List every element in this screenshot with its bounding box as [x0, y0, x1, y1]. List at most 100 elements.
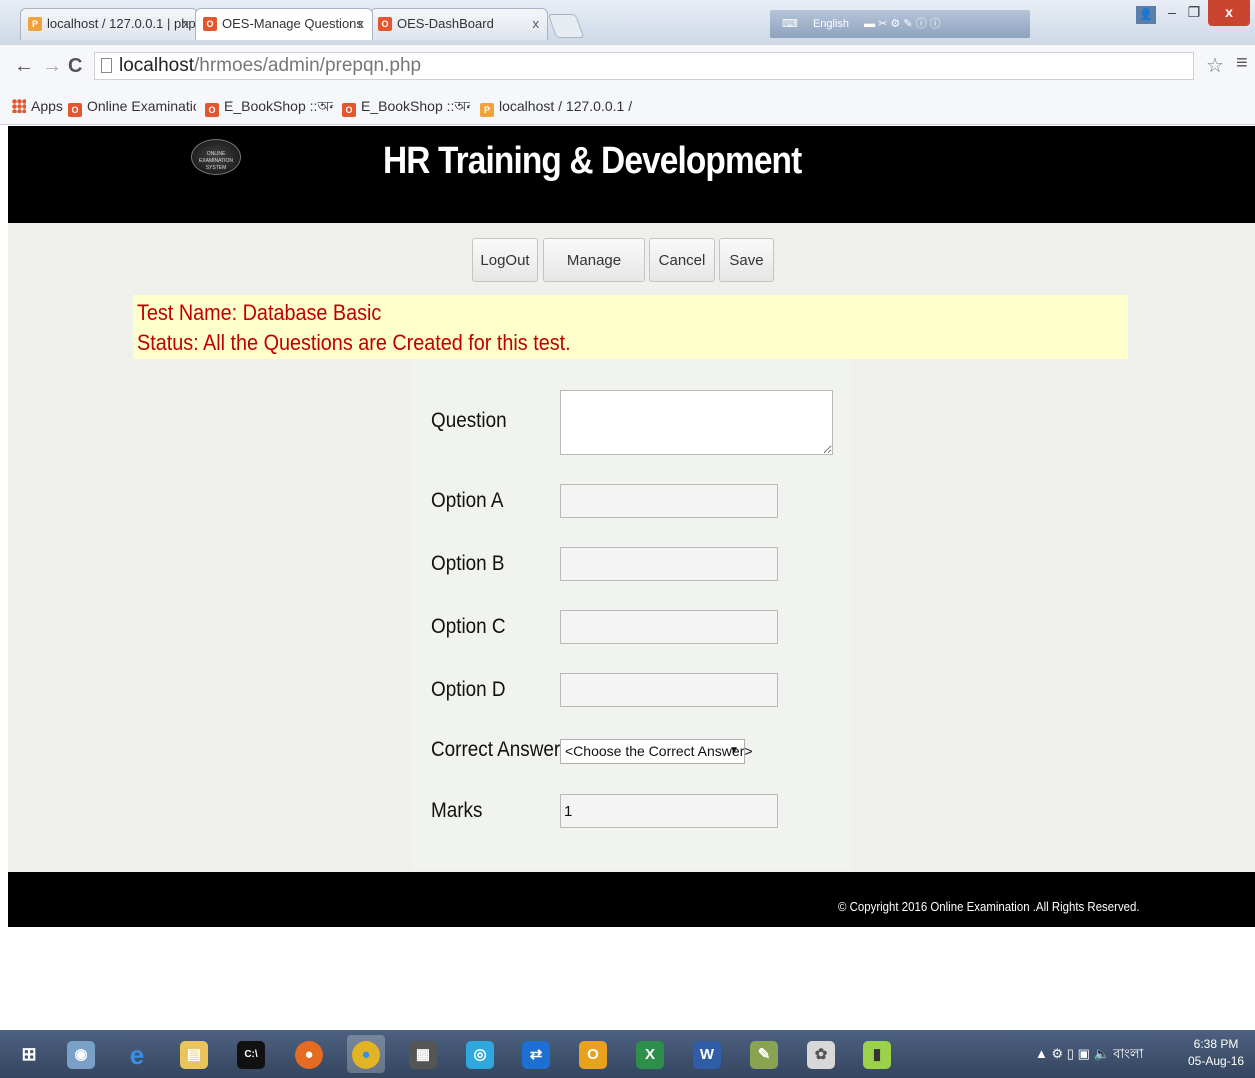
close-tab-icon[interactable]: x — [358, 9, 365, 39]
apps-grid-icon — [12, 99, 26, 113]
bookmark-label: localhost / 127.0.0.1 / — [499, 98, 633, 114]
forward-arrow-icon[interactable]: → — [42, 53, 62, 79]
page-icon — [101, 58, 112, 73]
save-button[interactable]: Save — [719, 238, 774, 282]
battery-icon[interactable]: ▯ — [1067, 1046, 1074, 1061]
paint-icon[interactable]: ✿ — [802, 1035, 840, 1073]
close-window-button[interactable]: x — [1208, 0, 1250, 26]
bookmark-label: Apps — [31, 98, 63, 114]
browser-tab-strip: P localhost / 127.0.0.1 | php x O OES-Ma… — [0, 0, 1255, 45]
copyright-text: © Copyright 2016 Online Examination .All… — [838, 899, 1140, 914]
webcam-app-icon[interactable]: ◉ — [62, 1035, 100, 1073]
question-label: Question — [431, 409, 507, 432]
command-prompt-icon[interactable]: C:\ — [232, 1035, 270, 1073]
keyboard-icon: ⌨ — [782, 18, 798, 30]
oes-icon: O — [203, 17, 217, 31]
oes-icon: O — [378, 17, 392, 31]
bookmark-label: Online Examination S — [87, 98, 196, 114]
ime-language: English — [812, 18, 850, 30]
teamviewer-icon[interactable]: ⇄ — [517, 1035, 555, 1073]
chrome-taskbar-icon[interactable]: ● — [347, 1035, 385, 1073]
bookmark-label: E_BookShop ::অনলাই — [361, 98, 470, 114]
status-message-box: Test Name: Database Basic Status: All th… — [133, 295, 1128, 359]
windows-taskbar: ⊞ ◉ e ▤ C:\ ● ● ▦ ◎ ⇄ O X W ✎ ✿ ▮ ▲ ⚙ ▯ … — [0, 1030, 1255, 1078]
bookmark-apps[interactable]: Apps — [12, 88, 63, 124]
marks-input[interactable] — [560, 794, 778, 828]
maximize-window-icon[interactable]: ❐ — [1184, 0, 1204, 26]
url-host: localhost — [119, 55, 194, 76]
wifi-icon[interactable]: ▣ — [1078, 1046, 1090, 1061]
notepad-plus-icon[interactable]: ▮ — [858, 1035, 896, 1073]
oes-icon: O — [205, 103, 219, 117]
site-header: ONLINE EXAMINATION SYSTEM HR Training & … — [8, 126, 1255, 223]
tab-dashboard[interactable]: O OES-DashBoard x — [370, 8, 548, 40]
chrome-menu-icon[interactable]: ≡ — [1236, 52, 1248, 75]
dropdown-caret-icon: ▼ — [729, 745, 739, 756]
option-c-input[interactable] — [560, 610, 778, 644]
bookmark-localhost[interactable]: Plocalhost / 127.0.0.1 / — [480, 88, 632, 124]
network-icon[interactable]: ⚙ — [1052, 1046, 1064, 1061]
question-textarea[interactable] — [560, 390, 833, 455]
pen-tool-icon[interactable]: ✎ — [745, 1035, 783, 1073]
option-d-input[interactable] — [560, 673, 778, 707]
back-arrow-icon[interactable]: ← — [14, 53, 34, 79]
question-form: Question Option A Option B Option C Opti… — [411, 359, 851, 870]
address-bar[interactable]: localhost/hrmoes/admin/prepqn.php — [94, 52, 1194, 80]
windows-start-icon[interactable]: ⊞ — [10, 1035, 48, 1073]
option-a-input[interactable] — [560, 484, 778, 518]
phpmyadmin-icon: P — [480, 103, 494, 117]
bookmark-star-icon[interactable]: ☆ — [1206, 53, 1224, 78]
excel-icon[interactable]: X — [631, 1035, 669, 1073]
internet-explorer-icon[interactable]: e — [118, 1035, 156, 1073]
cancel-button[interactable]: Cancel — [649, 238, 715, 282]
user-profile-icon[interactable]: 👤 — [1136, 6, 1156, 24]
site-footer: © Copyright 2016 Online Examination .All… — [8, 872, 1255, 927]
tray-language[interactable]: বাংলা — [1113, 1046, 1143, 1061]
test-name-text: Test Name: Database Basic — [137, 300, 382, 325]
correct-answer-label: Correct Answer — [431, 738, 561, 761]
url-path: /hrmoes/admin/prepqn.php — [194, 55, 422, 76]
system-clock[interactable]: 6:38 PM 05-Aug-16 — [1188, 1036, 1244, 1070]
status-text: Status: All the Questions are Created fo… — [137, 330, 571, 355]
bookmark-ebookshop-1[interactable]: O E_BookShop ::অনলাই — [205, 88, 333, 124]
new-tab-button[interactable] — [547, 14, 585, 38]
tab-title: localhost / 127.0.0.1 | php — [47, 16, 196, 31]
correct-answer-select[interactable]: <Choose the Correct Answer> ▼ — [560, 739, 753, 764]
tab-phpmyadmin[interactable]: P localhost / 127.0.0.1 | php x — [20, 8, 198, 40]
close-tab-icon[interactable]: x — [533, 9, 540, 39]
ime-tools-icons: ▬ ✂ ⚙ ✎ ⓘ ⓘ — [864, 18, 941, 30]
clock-time: 6:38 PM — [1193, 1037, 1239, 1051]
calculator-icon[interactable]: ▦ — [404, 1035, 442, 1073]
qq-chat-icon[interactable]: ◎ — [461, 1035, 499, 1073]
option-b-input[interactable] — [560, 547, 778, 581]
option-c-label: Option C — [431, 615, 506, 638]
clock-date: 05-Aug-16 — [1188, 1054, 1245, 1068]
tab-manage-questions[interactable]: O OES-Manage Questions x — [195, 8, 373, 40]
file-explorer-icon[interactable]: ▤ — [175, 1035, 213, 1073]
option-d-label: Option D — [431, 678, 506, 701]
bookmark-ebookshop-2[interactable]: O E_BookShop ::অনলাই — [342, 88, 470, 124]
manage-tests-button[interactable]: Manage Tests — [543, 238, 645, 311]
phpmyadmin-icon: P — [28, 17, 42, 31]
reload-icon[interactable]: C — [68, 53, 82, 79]
bookmark-label: E_BookShop ::অনলাই — [224, 98, 333, 114]
option-a-label: Option A — [431, 489, 504, 512]
logout-button[interactable]: LogOut — [472, 238, 538, 282]
site-logo: ONLINE EXAMINATION SYSTEM — [191, 139, 241, 175]
site-title: HR Training & Development — [383, 140, 802, 182]
close-tab-icon[interactable]: x — [183, 9, 190, 39]
tab-title: OES-Manage Questions — [222, 16, 363, 31]
system-tray: ▲ ⚙ ▯ ▣ 🔈 বাংলা — [1035, 1030, 1143, 1078]
oes-icon: O — [342, 103, 356, 117]
correct-answer-selected: <Choose the Correct Answer> — [565, 743, 753, 759]
firefox-icon[interactable]: ● — [290, 1035, 328, 1073]
bookmark-online-examination[interactable]: O Online Examination S — [68, 88, 196, 124]
language-bar[interactable]: ⌨ English ▬ ✂ ⚙ ✎ ⓘ ⓘ — [770, 10, 1030, 38]
option-b-label: Option B — [431, 552, 505, 575]
word-icon[interactable]: W — [688, 1035, 726, 1073]
minimize-window-icon[interactable]: – — [1162, 0, 1182, 26]
outlook-icon[interactable]: O — [574, 1035, 612, 1073]
volume-icon[interactable]: 🔈 — [1093, 1046, 1109, 1061]
bookmarks-bar: Apps O Online Examination S O E_BookShop :… — [0, 88, 1255, 125]
tray-expand-icon[interactable]: ▲ — [1035, 1046, 1048, 1061]
